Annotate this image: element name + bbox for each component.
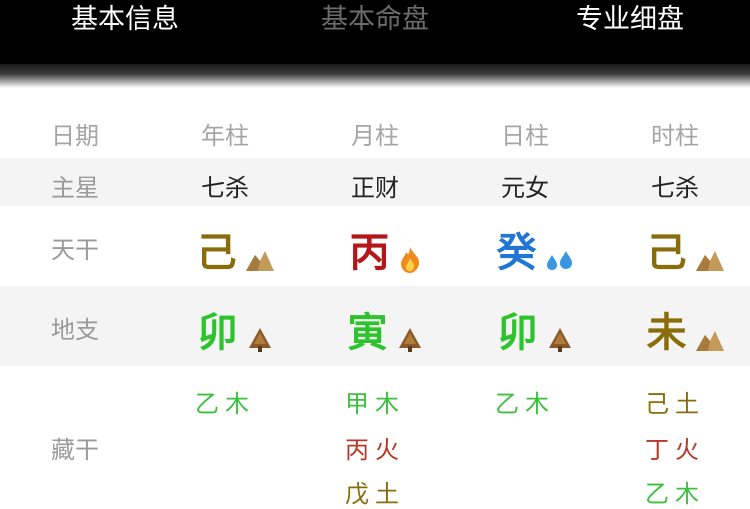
col-day: 日柱 [501, 122, 549, 150]
tiangan-label: 天干 [51, 236, 99, 264]
dizhi-label: 地支 [51, 316, 99, 344]
main-star-day: 元女 [501, 174, 549, 202]
earth-icon [695, 329, 724, 355]
canggan-day-1: 乙木 [495, 390, 555, 418]
col-hour: 时柱 [651, 122, 699, 150]
tiangan-month: 丙 [335, 220, 435, 278]
canggan-year-1: 乙木 [195, 390, 255, 418]
dizhi-hour: 未 [635, 300, 735, 358]
dizhi-day-char: 卯 [497, 310, 538, 356]
top-tab-bar: 基本信息 基本命盘 专业细盘 [0, 0, 750, 64]
date-label: 日期 [51, 122, 99, 150]
main-star-label: 主星 [51, 174, 99, 202]
dizhi-month-char: 寅 [347, 310, 388, 356]
dizhi-month: 寅 [335, 300, 435, 358]
main-star-month: 正财 [351, 174, 399, 202]
dizhi-row: 地支 卯 寅 卯 未 [0, 286, 750, 366]
canggan-hour-3: 乙木 [645, 480, 705, 508]
dizhi-year: 卯 [185, 300, 285, 358]
canggan-hour-2: 丁火 [645, 436, 705, 464]
canggan-hour-1: 己土 [645, 390, 705, 418]
tab-basic-chart[interactable]: 基本命盘 [290, 0, 460, 40]
water-icon [546, 249, 574, 275]
wood-icon [397, 327, 423, 356]
tab-professional-chart[interactable]: 专业细盘 [545, 0, 715, 40]
main-star-hour: 七杀 [651, 174, 699, 202]
column-header-row: 日期 年柱 月柱 日柱 时柱 [0, 108, 750, 156]
canggan-label: 藏干 [51, 436, 99, 464]
tab-basic-info[interactable]: 基本信息 [40, 0, 210, 40]
canggan-month-3: 戊土 [345, 480, 405, 508]
tiangan-day-char: 癸 [496, 230, 537, 276]
tiangan-hour-char: 己 [646, 230, 687, 276]
earth-icon [245, 249, 274, 275]
col-year: 年柱 [201, 122, 249, 150]
canggan-month-1: 甲木 [345, 390, 405, 418]
wood-icon [247, 327, 273, 356]
dizhi-day: 卯 [485, 300, 585, 358]
tiangan-year-char: 己 [196, 230, 237, 276]
dizhi-hour-char: 未 [646, 310, 687, 356]
canggan-row: 藏干 乙木 甲木 丙火 戊土 乙木 己土 丁火 乙木 [0, 366, 750, 508]
tiangan-hour: 己 [635, 220, 735, 278]
tiangan-row: 天干 己 丙 癸 己 [0, 206, 750, 286]
dizhi-year-char: 卯 [197, 310, 238, 356]
header-shadow [0, 64, 750, 88]
canggan-month-2: 丙火 [345, 436, 405, 464]
tiangan-day: 癸 [485, 220, 585, 278]
tiangan-year: 己 [185, 220, 285, 278]
main-star-row: 主星 七杀 正财 元女 七杀 [0, 158, 750, 206]
col-month: 月柱 [351, 122, 399, 150]
tiangan-month-char: 丙 [349, 230, 390, 276]
fire-icon [399, 246, 421, 277]
main-star-year: 七杀 [201, 174, 249, 202]
wood-icon [547, 327, 573, 356]
earth-icon [695, 249, 724, 275]
